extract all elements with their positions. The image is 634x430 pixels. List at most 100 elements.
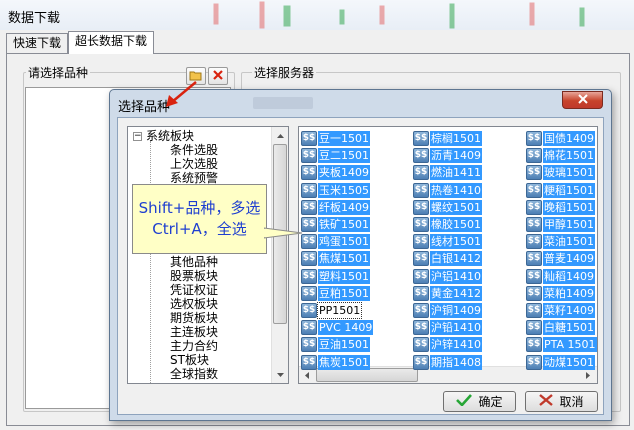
product-icon: $$ [526, 148, 542, 164]
scroll-up-icon[interactable] [272, 127, 288, 144]
tree-root[interactable]: 系统板块 [146, 129, 194, 143]
product-item[interactable]: $$ 籼稻1409 [526, 268, 595, 285]
category-tree[interactable]: − 系统板块 条件选股 上次选股 系统预警 其他品种 股票板块 凭证权证 选权板… [127, 126, 289, 384]
product-item[interactable]: $$ PVC 1409 [301, 319, 374, 336]
tree-item[interactable]: 期货板块 [170, 311, 218, 325]
product-item[interactable]: $$ 普麦1409 [526, 250, 595, 267]
tree-item[interactable]: 选权板块 [170, 297, 218, 311]
product-icon: $$ [301, 337, 317, 353]
collapse-icon[interactable]: − [133, 132, 142, 141]
product-item[interactable]: $$ 燃油1411 [413, 164, 482, 181]
product-item[interactable]: $$ 玻璃1501 [526, 164, 595, 181]
tab-quick-download[interactable]: 快速下载 [6, 33, 68, 53]
product-label: 豆二1501 [318, 148, 370, 164]
product-item[interactable]: $$ PTA 1501 [526, 336, 597, 353]
tree-item[interactable]: 条件选股 [170, 143, 218, 157]
product-item[interactable]: $$ 豆油1501 [301, 336, 370, 353]
tree-item[interactable]: 系统预警 [170, 171, 218, 185]
product-icon: $$ [526, 131, 542, 146]
product-icon: $$ [413, 320, 429, 336]
product-label: 螺纹1501 [430, 199, 482, 215]
product-label: 棉花1501 [543, 148, 595, 164]
product-item[interactable]: $$ 期指1408 [413, 354, 482, 371]
product-item[interactable]: $$ 夹板1409 [301, 164, 370, 181]
product-item[interactable]: $$ 国债1409 [526, 130, 595, 147]
product-icon: $$ [301, 199, 317, 215]
product-item[interactable]: $$ 棕榈1501 [413, 130, 482, 147]
product-item[interactable]: $$ 沥青1409 [413, 147, 482, 164]
product-item[interactable]: $$ 沪铅1410 [413, 319, 482, 336]
callout-line-1: Shift+品种，多选 [138, 199, 261, 217]
product-item[interactable]: $$ 豆粕1501 [301, 285, 370, 302]
product-item[interactable]: $$ 菜粕1409 [526, 285, 595, 302]
product-item[interactable]: $$ 焦煤1501 [301, 250, 370, 267]
product-item[interactable]: $$ 螺纹1501 [413, 199, 482, 216]
clear-button[interactable] [208, 67, 228, 85]
product-item[interactable]: $$ 沪铝1410 [413, 268, 482, 285]
tree-item[interactable]: 其他品种 [170, 255, 218, 269]
product-item[interactable]: $$ 甲醇1501 [526, 216, 595, 233]
product-icon: $$ [301, 320, 317, 336]
product-item[interactable]: $$ 橡胶1501 [413, 216, 482, 233]
product-item[interactable]: $$ 动煤1501 [526, 354, 595, 371]
product-item[interactable]: $$ 棉花1501 [526, 147, 595, 164]
product-label: 塑料1501 [318, 268, 370, 284]
product-item[interactable]: $$ 玉米1505 [301, 182, 370, 199]
product-list-view[interactable]: $$ 豆一1501 $$ 豆二1501 $$ 夹板1409 $$ 玉米1505 $$ 纤板1409… [298, 126, 598, 384]
product-label: 豆油1501 [318, 337, 370, 353]
product-item[interactable]: $$ 白银1412 [413, 250, 482, 267]
product-item[interactable]: $$ PP1501 [301, 302, 363, 319]
product-label: PP1501 [316, 302, 363, 319]
product-icon: $$ [413, 251, 429, 267]
window-title: 数据下载 [8, 11, 61, 26]
tree-scrollbar[interactable] [271, 127, 288, 383]
product-label: 豆一1501 [318, 131, 370, 146]
product-item[interactable]: $$ 黄金1412 [413, 285, 482, 302]
product-icon: $$ [413, 148, 429, 164]
product-icon: $$ [526, 199, 542, 215]
checkmark-icon [456, 394, 473, 409]
tree-item[interactable]: 主连板块 [170, 325, 218, 339]
product-icon: $$ [301, 303, 317, 318]
scroll-down-icon[interactable] [272, 366, 288, 383]
product-label: 沪铝1410 [430, 268, 482, 284]
product-item[interactable]: $$ 热卷1410 [413, 182, 482, 199]
tree-item[interactable]: ST板块 [170, 353, 209, 367]
product-item[interactable]: $$ 沪铜1409 [413, 302, 482, 319]
cancel-label: 取消 [559, 395, 584, 409]
product-label: 夹板1409 [318, 165, 370, 181]
product-label: 橡胶1501 [430, 217, 482, 232]
tab-long-data-download[interactable]: 超长数据下载 [68, 31, 154, 54]
ok-button[interactable]: 确定 [443, 391, 516, 412]
tree-item[interactable]: 主力合约 [170, 339, 218, 353]
product-label: 沥青1409 [430, 148, 482, 164]
product-item[interactable]: $$ 鸡蛋1501 [301, 233, 370, 250]
product-icon: $$ [301, 182, 317, 198]
product-item[interactable]: $$ 豆二1501 [301, 147, 370, 164]
product-item[interactable]: $$ 粳稻1501 [526, 182, 595, 199]
product-item[interactable]: $$ 沪锌1410 [413, 336, 482, 353]
product-item[interactable]: $$ 菜籽1409 [526, 302, 595, 319]
product-icon: $$ [413, 268, 429, 284]
product-item[interactable]: $$ 纤板1409 [301, 199, 370, 216]
product-icon: $$ [301, 285, 317, 301]
tree-item[interactable]: 凭证权证 [170, 283, 218, 297]
product-label: 热卷1410 [430, 182, 482, 198]
tree-item[interactable]: 全球指数 [170, 367, 218, 381]
tree-item[interactable]: 股票板块 [170, 269, 218, 283]
product-label: 玻璃1501 [543, 165, 595, 181]
product-label: 焦煤1501 [318, 251, 370, 267]
product-item[interactable]: $$ 晚稻1501 [526, 199, 595, 216]
dialog-close-button[interactable] [562, 91, 603, 109]
cancel-button[interactable]: 取消 [525, 391, 598, 412]
product-item[interactable]: $$ 焦炭1501 [301, 354, 370, 371]
product-icon: $$ [301, 131, 317, 146]
product-item[interactable]: $$ 线材1501 [413, 233, 482, 250]
product-item[interactable]: $$ 塑料1501 [301, 268, 370, 285]
product-item[interactable]: $$ 白糖1501 [526, 319, 595, 336]
cross-icon [539, 394, 554, 409]
product-item[interactable]: $$ 豆一1501 [301, 130, 370, 147]
product-item[interactable]: $$ 铁矿1501 [301, 216, 370, 233]
product-item[interactable]: $$ 菜油1501 [526, 233, 595, 250]
tree-item[interactable]: 上次选股 [170, 157, 218, 171]
